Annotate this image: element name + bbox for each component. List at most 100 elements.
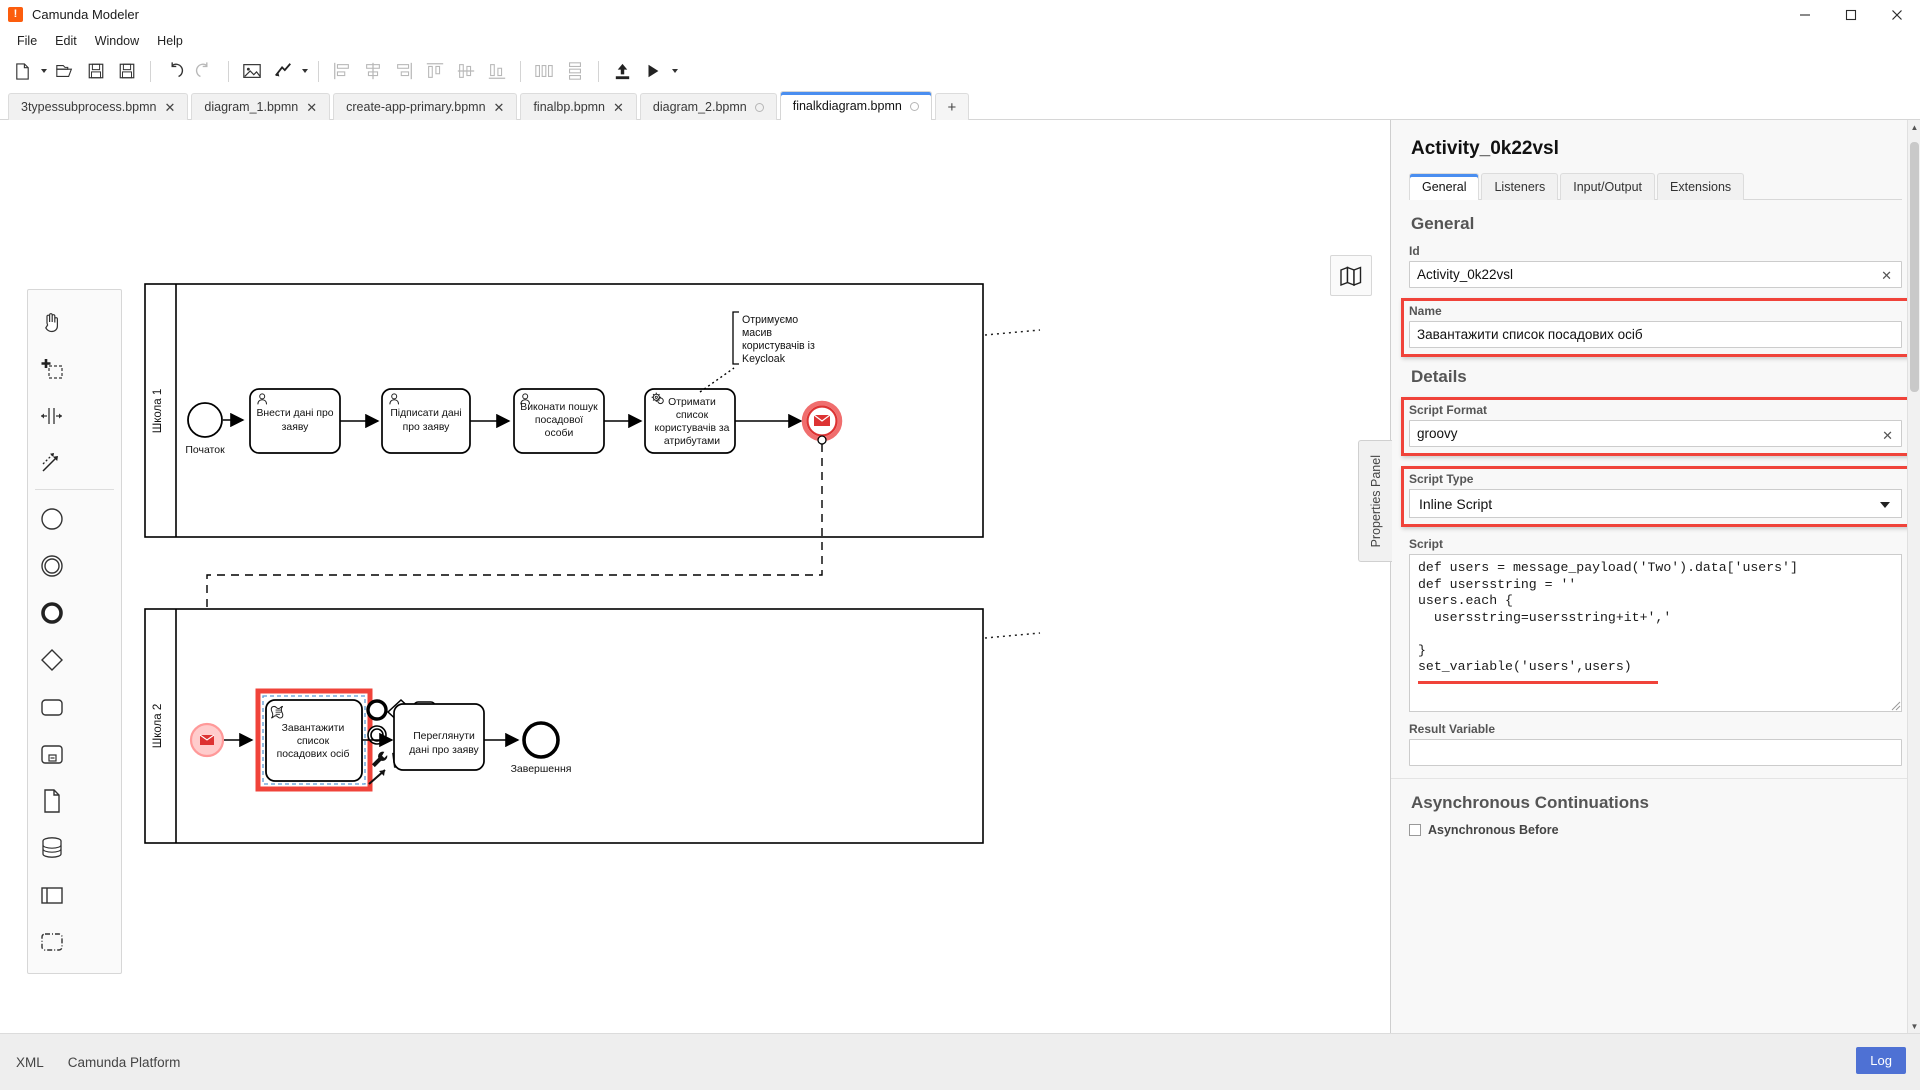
svg-text:атрибутами: атрибутами [664, 435, 720, 447]
editor-tab-bar: 3typessubprocess.bpmn ✕ diagram_1.bpmn ✕… [0, 89, 1920, 120]
close-icon[interactable]: ✕ [165, 101, 176, 114]
align-left-icon[interactable] [327, 56, 357, 86]
user-task-vykonaty-poshuk: Виконати пошук посадової особи [513, 388, 605, 454]
editor-tab-create-app-primary[interactable]: create-app-primary.bpmn ✕ [333, 93, 518, 120]
gateway-icon[interactable] [28, 636, 75, 683]
minimap-toggle-button[interactable] [1330, 255, 1372, 296]
new-file-dropdown-caret[interactable] [38, 56, 49, 86]
tab-input-output[interactable]: Input/Output [1560, 173, 1656, 200]
run-dropdown-caret[interactable] [669, 56, 680, 86]
script-textarea[interactable]: def users = message_payload('Two').data[… [1409, 554, 1902, 712]
editor-tab-diagram-2[interactable]: diagram_2.bpmn [639, 93, 777, 120]
task-icon[interactable] [28, 683, 75, 730]
properties-panel-toggle[interactable]: Properties Panel [1358, 440, 1392, 562]
align-tool-dropdown-caret[interactable] [299, 56, 310, 86]
script-type-select[interactable]: Inline Script [1409, 489, 1902, 518]
bpmn-canvas[interactable]: Школа 1 Початок Внести дані про заяву Пі… [0, 120, 1390, 1033]
clear-icon[interactable]: ✕ [1882, 429, 1893, 442]
close-icon[interactable]: ✕ [494, 101, 505, 114]
run-icon[interactable] [638, 56, 668, 86]
svg-text:Keycloak: Keycloak [742, 353, 786, 365]
intermediate-event-icon[interactable] [28, 542, 75, 589]
close-button[interactable] [1874, 0, 1920, 29]
distribute-horizontal-icon[interactable] [529, 56, 559, 86]
data-store-icon[interactable] [28, 824, 75, 871]
details-section-heading: Details [1411, 367, 1467, 386]
result-variable-input[interactable] [1409, 739, 1902, 766]
palette-divider [35, 489, 114, 490]
editor-tab-diagram-1[interactable]: diagram_1.bpmn ✕ [191, 93, 331, 120]
align-bottom-icon[interactable] [482, 56, 512, 86]
properties-scrollbar[interactable]: ▲ ▼ [1907, 120, 1920, 1033]
open-file-icon[interactable] [50, 56, 80, 86]
svg-text:посадової: посадової [535, 415, 583, 426]
editor-tab-3typessubprocess[interactable]: 3typessubprocess.bpmn ✕ [8, 93, 189, 120]
close-icon[interactable]: ✕ [306, 101, 317, 114]
scroll-down-arrow-icon[interactable]: ▼ [1908, 1019, 1920, 1033]
close-icon[interactable]: ✕ [613, 101, 624, 114]
bpmn-palette[interactable] [27, 289, 122, 974]
end-event-icon[interactable] [28, 589, 75, 636]
field-script-type: Script Type Inline Script [1401, 466, 1910, 527]
tab-extensions[interactable]: Extensions [1657, 173, 1745, 200]
status-platform-button[interactable]: Camunda Platform [56, 1051, 193, 1074]
align-center-icon[interactable] [358, 56, 388, 86]
id-label: Id [1409, 244, 1420, 258]
hand-tool-icon[interactable] [28, 298, 75, 345]
scrollbar-thumb[interactable] [1910, 142, 1919, 392]
align-top-icon[interactable] [420, 56, 450, 86]
editor-tab-finalkdiagram[interactable]: finalkdiagram.bpmn [779, 91, 932, 120]
maximize-button[interactable] [1828, 0, 1874, 29]
script-format-input[interactable]: groovy [1409, 420, 1902, 447]
svg-text:список: список [676, 410, 709, 421]
unsaved-dot-icon[interactable] [754, 102, 764, 112]
bpmn-diagram[interactable]: Школа 1 Початок Внести дані про заяву Пі… [0, 120, 1390, 1033]
save-icon[interactable] [81, 56, 111, 86]
new-file-icon[interactable] [7, 56, 37, 86]
subprocess-collapsed-icon[interactable] [28, 730, 75, 777]
menu-file[interactable]: File [8, 31, 46, 51]
name-input[interactable]: Завантажити список посадових осіб [1409, 321, 1902, 348]
log-button[interactable]: Log [1856, 1047, 1906, 1074]
lasso-tool-icon[interactable] [28, 345, 75, 392]
connect-tool-icon[interactable] [28, 439, 75, 486]
clear-icon[interactable]: ✕ [1881, 269, 1892, 282]
status-xml-button[interactable]: XML [14, 1051, 56, 1074]
async-before-checkbox[interactable] [1409, 824, 1421, 836]
field-name: Name Завантажити список посадових осіб [1401, 298, 1910, 357]
svg-text:заяву: заяву [282, 422, 309, 433]
unsaved-dot-icon[interactable] [909, 101, 919, 111]
align-middle-icon[interactable] [451, 56, 481, 86]
toolbar-divider [318, 60, 319, 82]
participant-icon[interactable] [28, 871, 75, 918]
start-event-icon[interactable] [28, 495, 75, 542]
save-as-icon[interactable] [112, 56, 142, 86]
resize-handle-icon[interactable] [1890, 700, 1901, 711]
editor-tab-finalbp[interactable]: finalbp.bpmn ✕ [520, 93, 637, 120]
deploy-icon[interactable] [607, 56, 637, 86]
distribute-vertical-icon[interactable] [560, 56, 590, 86]
toolbar-divider [520, 60, 521, 82]
group-icon[interactable] [28, 918, 75, 965]
add-tab-button[interactable]: + [934, 93, 969, 120]
align-right-icon[interactable] [389, 56, 419, 86]
undo-icon[interactable] [159, 56, 189, 86]
space-tool-icon[interactable] [28, 392, 75, 439]
tab-listeners[interactable]: Listeners [1481, 173, 1559, 200]
export-image-icon[interactable] [237, 56, 267, 86]
menu-help[interactable]: Help [148, 31, 192, 51]
svg-text:Отримати: Отримати [668, 397, 716, 408]
toolbar-divider [150, 60, 151, 82]
field-async-before[interactable]: Asynchronous Before [1409, 823, 1902, 837]
title-bar: ! Camunda Modeler [0, 0, 1920, 29]
tab-general[interactable]: General [1409, 173, 1480, 200]
svg-text:Школа 2: Школа 2 [152, 704, 164, 749]
minimize-button[interactable] [1782, 0, 1828, 29]
redo-icon[interactable] [190, 56, 220, 86]
menu-window[interactable]: Window [86, 31, 148, 51]
id-input[interactable]: Activity_0k22vsl [1409, 261, 1902, 288]
data-object-icon[interactable] [28, 777, 75, 824]
scroll-up-arrow-icon[interactable]: ▲ [1908, 120, 1920, 134]
menu-edit[interactable]: Edit [46, 31, 86, 51]
align-tool-icon[interactable] [268, 56, 298, 86]
